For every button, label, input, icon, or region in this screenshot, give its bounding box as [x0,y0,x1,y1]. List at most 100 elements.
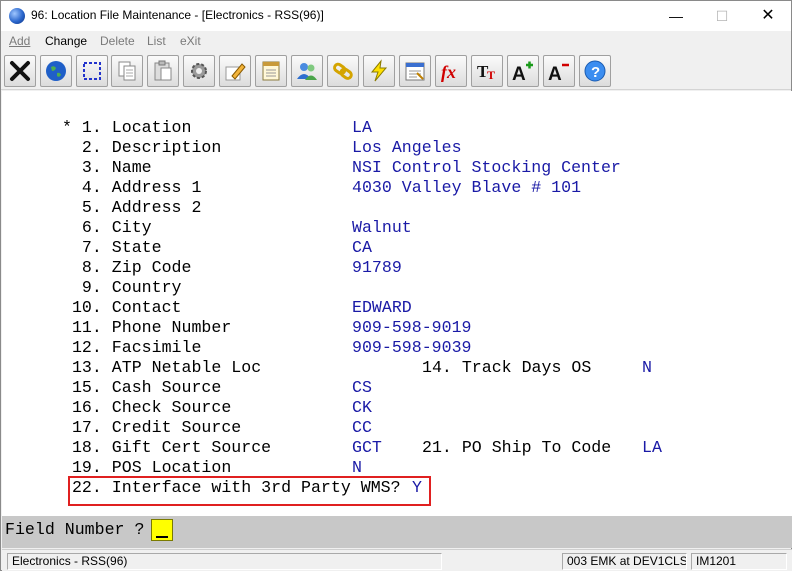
field-label: 10. Contact [62,298,182,317]
minimize-button[interactable]: — [653,1,699,31]
calendar-form-icon [405,62,425,81]
form-screen: * 1. Location LA 2. Description Los Angele… [2,91,792,516]
select-button[interactable] [76,55,108,87]
po-ship-to-label: 21. PO Ship To Code [422,438,612,457]
field-value[interactable]: CC [352,418,372,437]
close-x-icon [10,61,30,81]
paste-button[interactable] [147,55,179,87]
lightning-icon [370,59,388,82]
field-value[interactable]: Walnut [352,218,412,237]
menu-list-label: List [147,34,166,48]
notepad-icon [262,61,280,81]
field-label: 16. Check Source [62,398,232,417]
close-button[interactable]: ✕ [745,1,791,31]
menu-change-label: Change [45,34,88,48]
field-number-prompt: Field Number ? [5,520,145,539]
close-toolbar-button[interactable] [4,55,36,87]
help-icon: ? [584,60,606,82]
svg-text:T: T [487,68,495,82]
status-program: IM1201 [691,553,787,570]
lightning-button[interactable] [363,55,395,87]
font-increase-button[interactable]: A [507,55,539,87]
text-style-button[interactable]: TT [471,55,503,87]
status-session: 003 EMK at DEV1CLS [562,553,687,570]
field-label: 7. State [62,238,162,257]
globe-icon [46,61,66,81]
menu-add[interactable]: Add [9,34,30,48]
copy-icon [118,61,136,81]
help-button[interactable]: ? [579,55,611,87]
field-value[interactable]: 909-598-9019 [352,318,472,337]
menu-exit-label: eXit [180,34,201,48]
interface-wms-label: 22. Interface with 3rd Party WMS? [62,478,401,497]
settings-button[interactable] [183,55,215,87]
window-title: 96: Location File Maintenance - [Electro… [31,8,324,22]
toolbar: fx TT A A ? [1,52,791,90]
svg-text:A: A [512,64,526,83]
field-number-input[interactable] [151,519,173,541]
field-value[interactable]: CK [352,398,372,417]
po-ship-to-value[interactable]: LA [642,438,662,457]
track-days-value[interactable]: N [642,358,652,377]
menu-change[interactable]: Change [45,34,87,48]
application-window: 96: Location File Maintenance - [Electro… [0,0,792,571]
svg-text:?: ? [591,64,600,81]
field-label: 19. POS Location [62,458,232,477]
interface-wms-value[interactable]: Y [412,478,422,497]
fx-function-icon: fx [441,62,456,82]
field-label: 15. Cash Source [62,378,222,397]
copy-button[interactable] [111,55,143,87]
text-cursor [156,536,168,538]
prompt-bar: Field Number ? [2,516,792,548]
field-value[interactable]: LA [352,118,372,137]
menu-bar: Add Change Delete List eXit [1,31,791,52]
text-style-icon: TT [477,62,495,82]
field-value[interactable]: CS [352,378,372,397]
select-rectangle-icon [83,62,101,80]
svg-text:A: A [548,64,562,83]
menu-list[interactable]: List [147,34,166,48]
field-value[interactable]: EDWARD [352,298,412,317]
menu-delete[interactable]: Delete [100,34,135,48]
field-label: 5. Address 2 [62,198,202,217]
field-value[interactable]: 4030 Valley Blave # 101 [352,178,581,197]
users-icon [297,63,317,80]
app-globe-icon [9,8,25,24]
field-value[interactable]: 909-598-9039 [352,338,472,357]
function-button[interactable]: fx [435,55,467,87]
field-label: * 1. Location [62,118,192,137]
maximize-button[interactable]: ☐ [699,1,745,31]
link-chain-icon [333,62,353,80]
field-value[interactable]: NSI Control Stocking Center [352,158,621,177]
field-value[interactable]: CA [352,238,372,257]
menu-exit[interactable]: eXit [180,34,201,48]
menu-add-label: Add [9,34,31,48]
field-label: 13. ATP Netable Loc [62,358,262,377]
menu-delete-label: Delete [100,34,135,48]
track-days-label: 14. Track Days OS [422,358,592,377]
settings-gear-icon [191,63,207,79]
field-value[interactable]: GCT [352,438,382,457]
field-label: 11. Phone Number [62,318,232,337]
edit-button[interactable] [219,55,251,87]
link-button[interactable] [327,55,359,87]
field-label: 8. Zip Code [62,258,192,277]
field-label: 2. Description [62,138,222,157]
field-label: 3. Name [62,158,152,177]
field-label: 4. Address 1 [62,178,202,197]
field-value[interactable]: Los Angeles [352,138,462,157]
field-label: 17. Credit Source [62,418,242,437]
calendar-form-button[interactable] [399,55,431,87]
font-decrease-icon: A [548,63,569,83]
font-decrease-button[interactable]: A [543,55,575,87]
field-label: 9. Country [62,278,182,297]
field-value[interactable]: N [352,458,362,477]
paste-icon [154,60,172,81]
globe-button[interactable] [40,55,72,87]
field-value[interactable]: 91789 [352,258,402,277]
field-label: 18. Gift Cert Source [62,438,272,457]
notepad-button[interactable] [255,55,287,87]
edit-pencil-icon [225,63,246,81]
users-button[interactable] [291,55,323,87]
status-company: Electronics - RSS(96) [7,553,442,570]
